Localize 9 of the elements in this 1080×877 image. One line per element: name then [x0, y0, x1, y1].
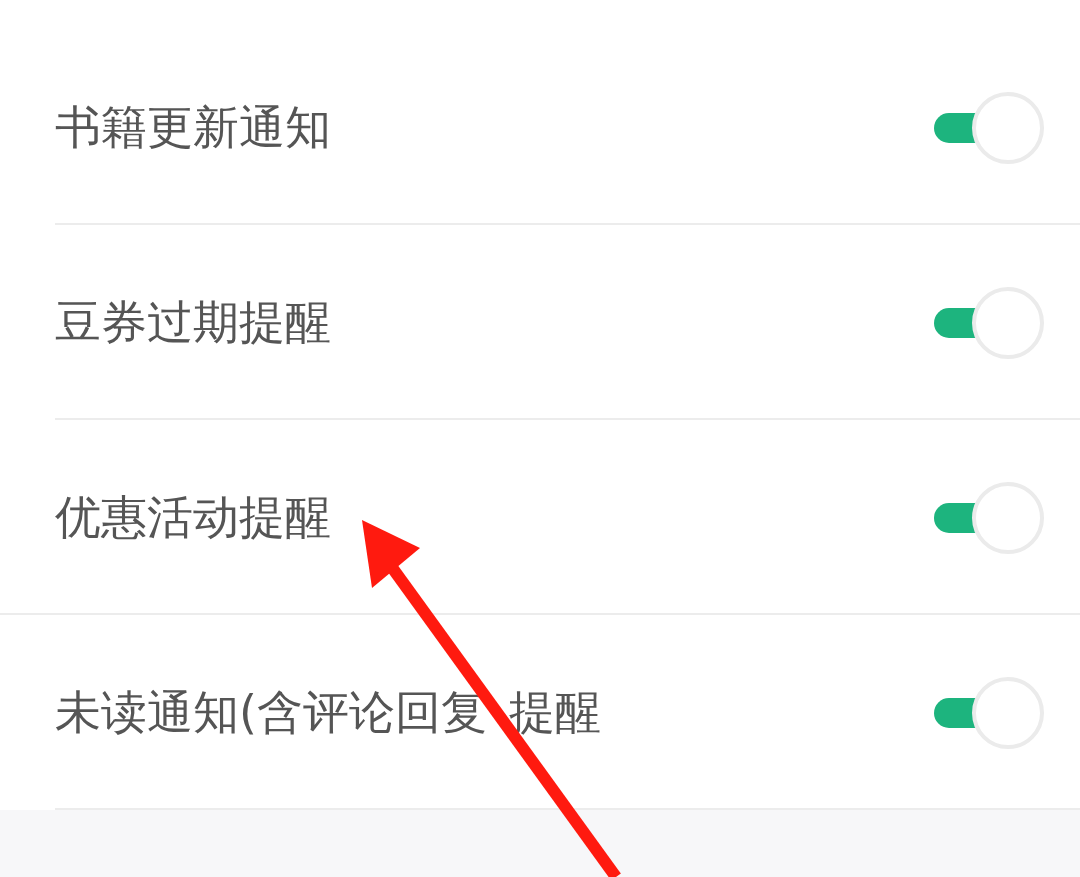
toggle-switch[interactable] — [934, 89, 1044, 166]
toggle-switch[interactable] — [934, 479, 1044, 556]
toggle-switch[interactable] — [934, 284, 1044, 361]
setting-label: 书籍更新通知 — [55, 99, 331, 156]
setting-label: 提醒 — [508, 684, 601, 741]
toggle-switch[interactable] — [934, 674, 1044, 751]
setting-label: 未读通知(含评论回复 — [55, 684, 487, 741]
setting-label: 豆券过期提醒 — [55, 294, 331, 351]
setting-label: 优惠活动提醒 — [55, 489, 331, 546]
